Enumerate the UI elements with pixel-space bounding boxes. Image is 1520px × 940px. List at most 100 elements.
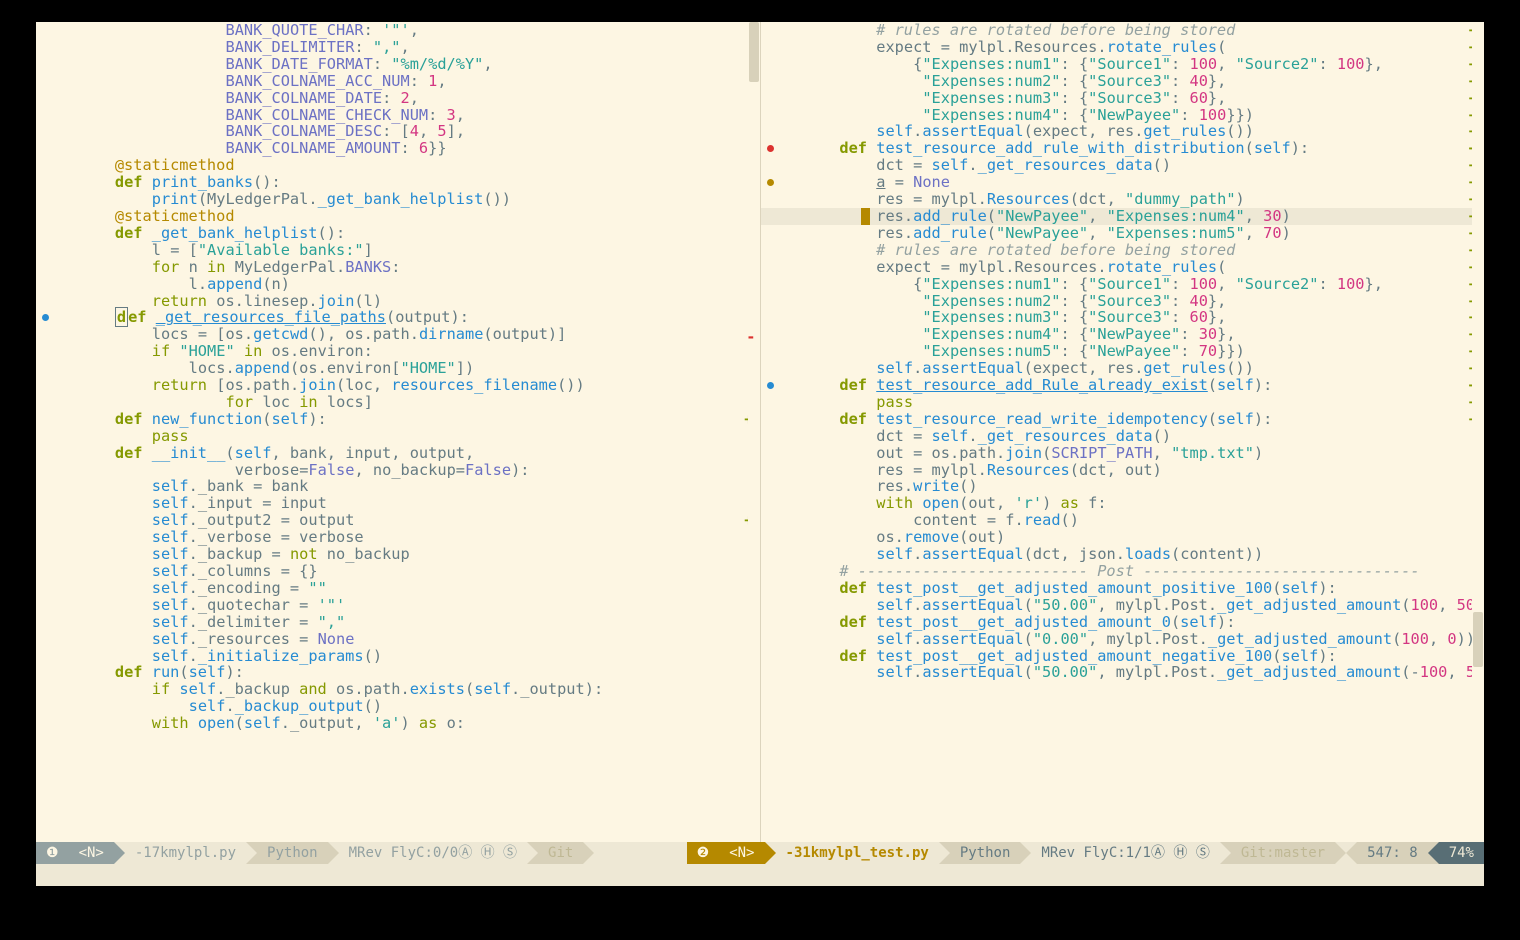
- code-line[interactable]: {"Expenses:num1": {"Source1": 100, "Sour…: [761, 56, 1485, 73]
- code-line[interactable]: self.assertEqual(dct, json.loads(content…: [761, 546, 1485, 563]
- code-line[interactable]: pass: [36, 428, 760, 445]
- code-line[interactable]: "Expenses:num3": {"Source3": 60},+: [761, 90, 1485, 107]
- fringe-dot-icon: [767, 382, 774, 389]
- code-line[interactable]: BANK_DELIMITER: ",",: [36, 39, 760, 56]
- code-line[interactable]: if self._backup and os.path.exists(self.…: [36, 681, 760, 698]
- code-line[interactable]: verbose=False, no_backup=False):: [36, 462, 760, 479]
- window-number-left: ❶: [36, 842, 69, 864]
- code-line[interactable]: @staticmethod: [36, 157, 760, 174]
- code-line[interactable]: res.write(): [761, 478, 1485, 495]
- code-line[interactable]: "Expenses:num4": {"NewPayee": 30},+: [761, 326, 1485, 343]
- code-line[interactable]: a = None+: [761, 174, 1485, 191]
- code-line[interactable]: def __init__(self, bank, input, output,: [36, 445, 760, 462]
- code-line[interactable]: res.add_rule("NewPayee", "Expenses:num4"…: [761, 208, 1485, 225]
- code-line[interactable]: BANK_COLNAME_AMOUNT: 6}}: [36, 140, 760, 157]
- code-line[interactable]: with open(self._output, 'a') as o:: [36, 715, 760, 732]
- code-line[interactable]: with open(out, 'r') as f:: [761, 495, 1485, 512]
- left-pane[interactable]: BANK_QUOTE_CHAR: '"', BANK_DELIMITER: ",…: [36, 22, 761, 842]
- minibuffer[interactable]: [36, 864, 1484, 886]
- code-line[interactable]: l = ["Available banks:"]: [36, 242, 760, 259]
- code-line[interactable]: BANK_COLNAME_DATE: 2,: [36, 90, 760, 107]
- code-line[interactable]: def test_post__get_adjusted_amount_0(sel…: [761, 614, 1485, 631]
- code-left[interactable]: BANK_QUOTE_CHAR: '"', BANK_DELIMITER: ",…: [36, 22, 760, 732]
- git-right: Git:master: [1231, 842, 1335, 864]
- major-mode-left: Python: [257, 842, 328, 864]
- code-line[interactable]: def print_banks():: [36, 174, 760, 191]
- code-line[interactable]: self._output2 = output+: [36, 512, 760, 529]
- code-line[interactable]: self.assertEqual("50.00", mylpl.Post._ge…: [761, 597, 1485, 614]
- code-line[interactable]: BANK_COLNAME_DESC: [4, 5],: [36, 123, 760, 140]
- minor-modes-left: MRev FlyC:0/0 Ⓐ Ⓗ Ⓢ: [339, 842, 527, 864]
- code-line[interactable]: "Expenses:num2": {"Source3": 40},+: [761, 293, 1485, 310]
- code-line[interactable]: def _get_bank_helplist():: [36, 225, 760, 242]
- code-line[interactable]: # rules are rotated before being stored+: [761, 22, 1485, 39]
- code-line[interactable]: def test_resource_read_write_idempotency…: [761, 411, 1485, 428]
- code-line[interactable]: "Expenses:num5": {"NewPayee": 70}})+: [761, 343, 1485, 360]
- code-line[interactable]: res = mylpl.Resources(dct, out): [761, 462, 1485, 479]
- code-line[interactable]: for loc in locs]: [36, 394, 760, 411]
- git-left: Git: [538, 842, 583, 864]
- code-line[interactable]: def test_post__get_adjusted_amount_posit…: [761, 580, 1485, 597]
- modeline-right[interactable]: ❷ <N> - 31k mylpl_test.py Python MRev Fl…: [687, 842, 1484, 864]
- code-line[interactable]: self.assertEqual(expect, res.get_rules()…: [761, 123, 1485, 140]
- code-line[interactable]: self._columns = {}: [36, 563, 760, 580]
- code-line[interactable]: "Expenses:num3": {"Source3": 60},+: [761, 309, 1485, 326]
- modeline-left[interactable]: ❶ <N> - 17k mylpl.py Python MRev FlyC:0/…: [36, 842, 687, 864]
- code-line[interactable]: self._initialize_params(): [36, 648, 760, 665]
- code-line[interactable]: print(MyLedgerPal._get_bank_helplist()): [36, 191, 760, 208]
- code-line[interactable]: expect = mylpl.Resources.rotate_rules(+: [761, 39, 1485, 56]
- code-line[interactable]: self.assertEqual(expect, res.get_rules()…: [761, 360, 1485, 377]
- code-line[interactable]: def _get_resources_file_paths(output):: [36, 309, 760, 326]
- code-line[interactable]: {"Expenses:num1": {"Source1": 100, "Sour…: [761, 276, 1485, 293]
- file-info-left: - 17k mylpl.py: [125, 842, 246, 864]
- code-line[interactable]: self._resources = None: [36, 631, 760, 648]
- code-line[interactable]: "Expenses:num4": {"NewPayee": 100}})+: [761, 107, 1485, 124]
- code-line[interactable]: def new_function(self):+: [36, 411, 760, 428]
- code-line[interactable]: def test_resource_add_rule_with_distribu…: [761, 140, 1485, 157]
- code-line[interactable]: self._delimiter = ",": [36, 614, 760, 631]
- code-line[interactable]: self._quotechar = '"': [36, 597, 760, 614]
- code-line[interactable]: os.remove(out): [761, 529, 1485, 546]
- code-line[interactable]: l.append(n): [36, 276, 760, 293]
- code-line[interactable]: self.assertEqual("50.00", mylpl.Post._ge…: [761, 664, 1485, 681]
- code-line[interactable]: # ------------------------- Post -------…: [761, 563, 1485, 580]
- code-line[interactable]: res.add_rule("NewPayee", "Expenses:num5"…: [761, 225, 1485, 242]
- code-line[interactable]: out = os.path.join(SCRIPT_PATH, "tmp.txt…: [761, 445, 1485, 462]
- code-line[interactable]: self._input = input: [36, 495, 760, 512]
- scrollbar-right[interactable]: [1472, 22, 1484, 842]
- code-line[interactable]: BANK_QUOTE_CHAR: '"',: [36, 22, 760, 39]
- major-mode-right: Python: [950, 842, 1021, 864]
- code-line[interactable]: return [os.path.join(loc, resources_file…: [36, 377, 760, 394]
- code-line[interactable]: pass+: [761, 394, 1485, 411]
- code-line[interactable]: locs = [os.getcwd(), os.path.dirname(out…: [36, 326, 760, 343]
- code-line[interactable]: "Expenses:num2": {"Source3": 40},+: [761, 73, 1485, 90]
- code-line[interactable]: dct = self._get_resources_data()+: [761, 157, 1485, 174]
- scrollbar-left[interactable]: [748, 22, 760, 842]
- code-line[interactable]: self._backup_output(): [36, 698, 760, 715]
- code-line[interactable]: self._verbose = verbose: [36, 529, 760, 546]
- cursor-pos: 547: 8: [1357, 842, 1428, 864]
- code-line[interactable]: dct = self._get_resources_data(): [761, 428, 1485, 445]
- code-line[interactable]: content = f.read(): [761, 512, 1485, 529]
- code-line[interactable]: for n in MyLedgerPal.BANKS:: [36, 259, 760, 276]
- code-line[interactable]: BANK_COLNAME_CHECK_NUM: 3,: [36, 107, 760, 124]
- code-line[interactable]: return os.linesep.join(l): [36, 293, 760, 310]
- code-line[interactable]: self.assertEqual("0.00", mylpl.Post._get…: [761, 631, 1485, 648]
- code-line[interactable]: def test_resource_add_Rule_already_exist…: [761, 377, 1485, 394]
- code-line[interactable]: # rules are rotated before being stored+: [761, 242, 1485, 259]
- code-line[interactable]: self._backup = not no_backup: [36, 546, 760, 563]
- code-line[interactable]: @staticmethod: [36, 208, 760, 225]
- code-line[interactable]: def test_post__get_adjusted_amount_negat…: [761, 648, 1485, 665]
- code-line[interactable]: if "HOME" in os.environ:: [36, 343, 760, 360]
- code-line[interactable]: def run(self):: [36, 664, 760, 681]
- code-line[interactable]: expect = mylpl.Resources.rotate_rules(+: [761, 259, 1485, 276]
- right-pane[interactable]: # rules are rotated before being stored+…: [761, 22, 1485, 842]
- code-line[interactable]: res = mylpl.Resources(dct, "dummy_path")…: [761, 191, 1485, 208]
- code-line[interactable]: self._bank = bank: [36, 478, 760, 495]
- code-line[interactable]: self._encoding = "": [36, 580, 760, 597]
- code-line[interactable]: BANK_COLNAME_ACC_NUM: 1,: [36, 73, 760, 90]
- code-line[interactable]: locs.append(os.environ["HOME"]): [36, 360, 760, 377]
- code-right[interactable]: # rules are rotated before being stored+…: [761, 22, 1485, 681]
- diff-minus-icon: -: [746, 329, 755, 346]
- code-line[interactable]: BANK_DATE_FORMAT: "%m/%d/%Y",: [36, 56, 760, 73]
